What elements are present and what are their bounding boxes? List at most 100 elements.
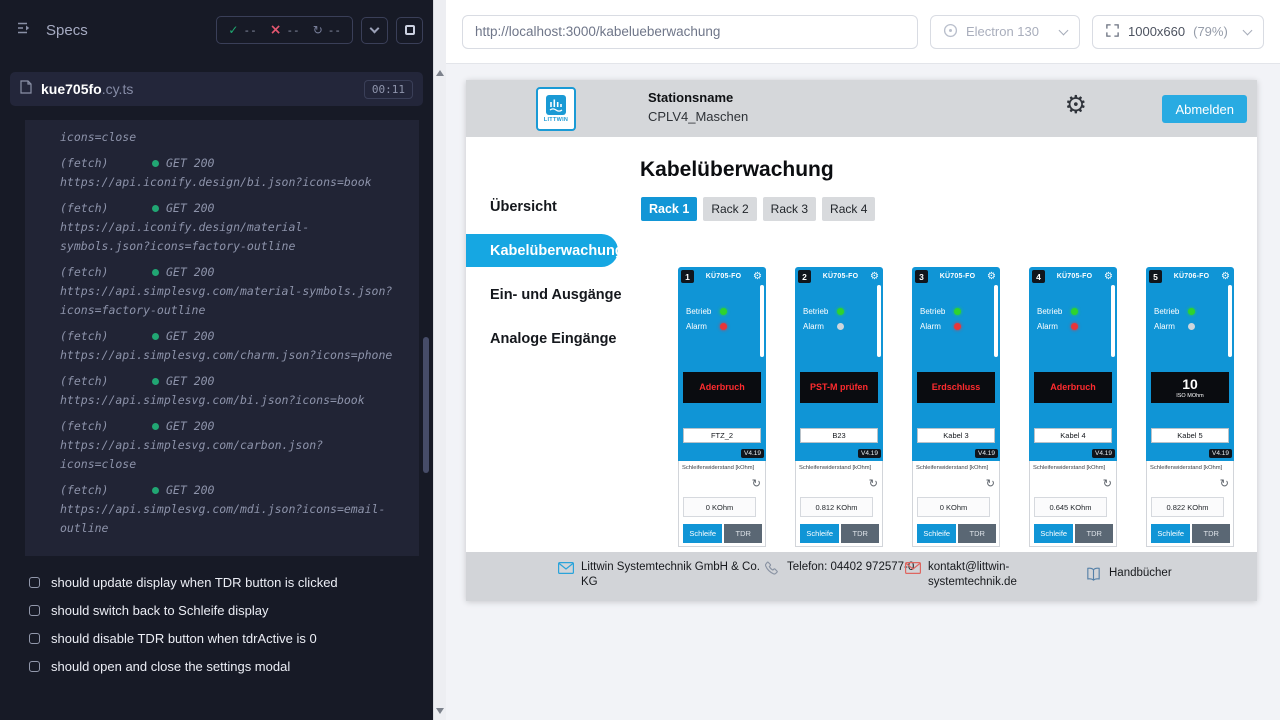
cable-name: Kabel 5 [1151,428,1229,443]
panel-scrollbar[interactable] [433,0,446,720]
card-gear-icon[interactable]: ⚙ [1104,272,1113,282]
browser-area: http://localhost:3000/kabelueberwachung … [446,0,1280,720]
schleife-button[interactable]: Schleife [800,524,839,543]
cross-icon: × [270,23,282,37]
littwin-logo: LITTWIN [536,87,576,131]
sidebar-item-uebersicht[interactable]: Übersicht [466,190,638,223]
electron-icon [943,23,958,41]
log-entry[interactable]: (fetch)GET 200 https://api.simplesvg.com… [60,327,393,365]
schleife-button[interactable]: Schleife [1151,524,1190,543]
scroll-up-icon[interactable] [436,70,444,76]
tab-rack-4[interactable]: Rack 4 [822,197,875,221]
cable-name: B23 [800,428,878,443]
status-display: PST-M prüfen [800,372,878,403]
schleife-button[interactable]: Schleife [917,524,956,543]
app-sidebar: Übersicht Kabelüberwachung Ein- und Ausg… [466,137,638,552]
tdr-button[interactable]: TDR [841,524,879,543]
measurement-value: 0 KOhm [917,497,990,517]
spec-file-row[interactable]: kue705fo.cy.ts 00:11 [10,72,423,106]
sidebar-item-kabelueberwachung[interactable]: Kabelüberwachung [466,234,618,267]
test-list: should update display when TDR button is… [0,568,433,680]
device-model: KÜ705-FO [694,273,753,280]
test-item[interactable]: should disable TDR button when tdrActive… [0,624,433,652]
log-entry[interactable]: (fetch)GET 200 https://api.iconify.desig… [60,199,393,256]
logout-button[interactable]: Abmelden [1162,95,1247,123]
scroll-down-icon[interactable] [436,708,444,714]
alarm-label: Alarm [1154,322,1188,331]
app-footer: Littwin Systemtechnik GmbH & Co. KG Tele… [466,552,1257,601]
sidebar-item-ein-und-ausgaenge[interactable]: Ein- und Ausgänge [466,278,638,311]
tdr-button[interactable]: TDR [724,524,762,543]
refresh-icon[interactable]: ↻ [986,478,995,489]
tdr-button[interactable]: TDR [958,524,996,543]
card-scrollbar[interactable] [1111,285,1115,357]
log-entry[interactable]: (fetch)GET 200 https://api.simplesvg.com… [60,417,393,474]
test-item[interactable]: should open and close the settings modal [0,652,433,680]
log-tail: icons=close [60,128,393,147]
log-entry[interactable]: (fetch)GET 200 https://api.simplesvg.com… [60,263,393,320]
tab-rack-3[interactable]: Rack 3 [763,197,816,221]
tdr-button[interactable]: TDR [1192,524,1230,543]
schleife-button[interactable]: Schleife [1034,524,1073,543]
card-scrollbar[interactable] [994,285,998,357]
test-item[interactable]: should update display when TDR button is… [0,568,433,596]
app-main: Kabelüberwachung Rack 1 Rack 2 Rack 3 Ra… [638,137,1257,552]
spec-timer: 00:11 [364,80,413,99]
url-input[interactable]: http://localhost:3000/kabelueberwachung [462,15,918,49]
device-model: KÜ705-FO [811,273,870,280]
betrieb-led [837,308,844,315]
card-gear-icon[interactable]: ⚙ [753,272,762,282]
chevron-down-icon [1059,25,1069,35]
measurement-value: 0.822 KOhm [1151,497,1224,517]
card-scrollbar[interactable] [760,285,764,357]
alarm-led [837,323,844,330]
check-icon: ✓ [228,24,238,36]
device-card-5: 5 KÜ706-FO ⚙ Betrieb Alarm 10 ISO MOhm [1146,267,1234,547]
tab-rack-2[interactable]: Rack 2 [703,197,756,221]
collapse-button[interactable] [361,17,388,44]
tdr-button[interactable]: TDR [1075,524,1113,543]
card-scrollbar[interactable] [877,285,881,357]
measurement-value: 0 KOhm [683,497,756,517]
cypress-toolbar: Specs ✓-- ×-- ↻-- [0,0,433,60]
refresh-icon[interactable]: ↻ [869,478,878,489]
specs-menu-icon[interactable] [16,20,32,41]
refresh-icon[interactable]: ↻ [1220,478,1229,489]
log-scrollbar-thumb[interactable] [423,337,429,473]
refresh-icon[interactable]: ↻ [1103,478,1112,489]
browser-select[interactable]: Electron 130 [930,15,1080,49]
device-card-2: 2 KÜ705-FO ⚙ Betrieb Alarm PST-M prüfen … [795,267,883,547]
firmware-version: V4.19 [1092,449,1115,458]
card-scrollbar[interactable] [1228,285,1232,357]
card-gear-icon[interactable]: ⚙ [1221,272,1230,282]
browser-toolbar: http://localhost:3000/kabelueberwachung … [446,0,1280,64]
sidebar-item-analoge-eingaenge[interactable]: Analoge Eingänge [466,322,638,355]
status-dot-icon [152,378,159,385]
iso-unit: ISO MOhm [1176,393,1204,399]
log-entry[interactable]: (fetch)GET 200 https://api.simplesvg.com… [60,372,393,410]
alarm-label: Alarm [686,322,720,331]
device-cards: 1 KÜ705-FO ⚙ Betrieb Alarm Aderbruch FTZ… [678,267,1234,547]
schleife-button[interactable]: Schleife [683,524,722,543]
footer-company: Littwin Systemtechnik GmbH & Co. KG [558,560,761,590]
specs-title[interactable]: Specs [46,22,88,39]
test-item[interactable]: should switch back to Schleife display [0,596,433,624]
test-box-icon [29,661,40,672]
alarm-led [1188,323,1195,330]
viewport-select[interactable]: 1000x660 (79%) [1092,15,1264,49]
alarm-label: Alarm [1037,322,1071,331]
book-icon [1085,567,1102,586]
status-display: Aderbruch [1034,372,1112,403]
log-entry[interactable]: (fetch)GET 200 https://api.iconify.desig… [60,154,393,192]
tab-rack-1[interactable]: Rack 1 [641,197,697,221]
rack-tabs: Rack 1 Rack 2 Rack 3 Rack 4 [641,197,1257,221]
stat-pending: ↻-- [313,24,341,37]
log-entry[interactable]: (fetch)GET 200 https://api.simplesvg.com… [60,481,393,538]
card-gear-icon[interactable]: ⚙ [870,272,879,282]
refresh-icon[interactable]: ↻ [752,478,761,489]
stop-button[interactable] [396,17,423,44]
card-gear-icon[interactable]: ⚙ [987,272,996,282]
phone-icon [765,561,780,581]
settings-gear-icon[interactable]: ⚙ [1065,90,1087,120]
alarm-led [720,323,727,330]
